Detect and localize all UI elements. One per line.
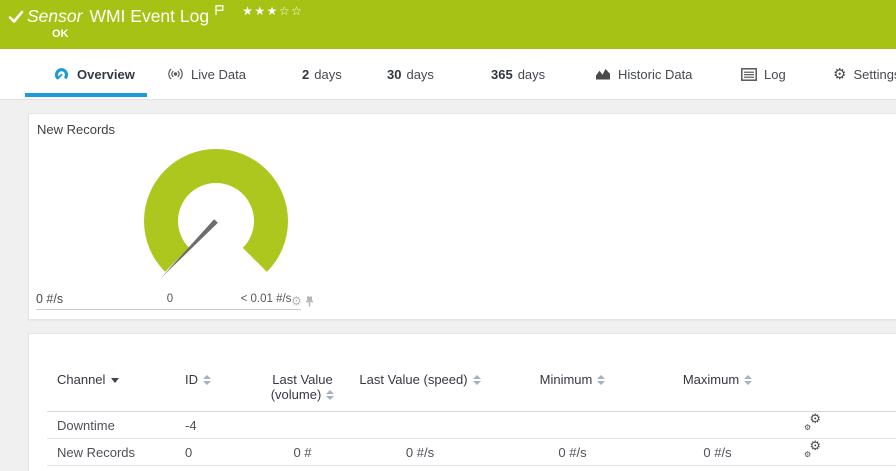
- channel-table: Channel ID Last Value (volume) Last Valu…: [47, 372, 896, 466]
- sort-icon: [472, 374, 481, 385]
- tab-number: 365: [491, 66, 513, 82]
- tab-label: Overview: [77, 66, 135, 82]
- edit-channel-icon[interactable]: ⚙ ⚙: [804, 440, 821, 459]
- sort-icon: [203, 374, 211, 385]
- tab-live-data[interactable]: Live Data: [167, 49, 246, 99]
- cell-last-value-volume: [255, 411, 350, 439]
- tab-overview[interactable]: Overview: [53, 49, 135, 99]
- log-list-icon: [741, 67, 757, 81]
- tab-365-days[interactable]: 365 days: [491, 49, 545, 99]
- table-row[interactable]: Downtime -4 ⚙ ⚙: [47, 411, 896, 439]
- stars-filled[interactable]: ★★★: [242, 4, 279, 18]
- tab-label: Live Data: [191, 66, 246, 82]
- cell-channel: New Records: [47, 438, 177, 466]
- column-label: Channel: [57, 372, 106, 387]
- cell-channel: Downtime: [47, 411, 177, 439]
- tab-label: Log: [764, 66, 786, 82]
- gauge-current-value: 0 #/s: [36, 292, 64, 306]
- gauge-chart: [144, 149, 288, 278]
- cell-last-value-speed: [350, 411, 490, 439]
- tab-label: days: [406, 66, 434, 82]
- status-badge: OK: [52, 28, 69, 40]
- object-kind-label: Sensor: [27, 6, 83, 26]
- widget-pin-icon[interactable]: [305, 296, 314, 307]
- stars-empty[interactable]: ☆☆: [279, 4, 304, 18]
- status-ok-check-icon: [8, 9, 24, 30]
- column-header-channel[interactable]: Channel: [47, 372, 177, 412]
- column-label: Maximum: [682, 372, 740, 387]
- gauge-widget-tools: ⚙: [291, 295, 314, 307]
- tab-log[interactable]: Log: [741, 49, 786, 99]
- live-data-icon: [167, 66, 184, 82]
- cell-maximum: 0 #/s: [655, 438, 780, 466]
- cell-minimum: 0 #/s: [490, 438, 655, 466]
- tab-label: days: [517, 66, 546, 82]
- overview-gauge-panel: New Records 0 #/s 0 < 0.01 #/s ⚙: [28, 113, 896, 320]
- active-tab-underline: [25, 93, 147, 97]
- tab-number: 30: [387, 66, 402, 82]
- gear-icon: ⚙: [833, 64, 847, 83]
- column-label: Minimum: [539, 372, 593, 387]
- table-header-row: Channel ID Last Value (volume) Last Valu…: [47, 372, 896, 412]
- table-row[interactable]: New Records 0 0 # 0 #/s 0 #/s 0 #/s ⚙ ⚙: [47, 438, 896, 466]
- tab-settings[interactable]: ⚙ Settings: [833, 49, 896, 99]
- gauge-ring: [144, 149, 288, 272]
- cell-last-value-volume: 0 #: [255, 438, 350, 466]
- tab-label: Settings: [853, 66, 896, 82]
- channel-table-panel: Channel ID Last Value (volume) Last Valu…: [28, 333, 896, 471]
- tab-label: days: [314, 66, 342, 82]
- sort-desc-icon: [111, 378, 120, 384]
- sort-icon: [744, 374, 753, 385]
- column-header-id[interactable]: ID: [177, 372, 255, 412]
- tab-2-days[interactable]: 2 days: [302, 49, 342, 99]
- tab-label: Historic Data: [618, 66, 693, 82]
- sort-icon: [326, 389, 335, 400]
- sensor-header: Sensor WMI Event Log ★★★☆☆ OK: [0, 0, 896, 49]
- gauge-scale-min: 0: [166, 293, 174, 305]
- gauge-icon: [53, 66, 70, 83]
- gauge-widget-divider: [36, 309, 301, 310]
- sort-icon: [597, 374, 606, 385]
- tab-historic-data[interactable]: Historic Data: [595, 49, 692, 99]
- column-label: Last Value (volume): [270, 372, 333, 402]
- column-header-last-value-volume[interactable]: Last Value (volume): [255, 372, 350, 412]
- priority-stars[interactable]: ★★★☆☆: [242, 4, 303, 18]
- cell-minimum: [490, 411, 655, 439]
- cell-id: -4: [177, 411, 255, 439]
- priority-flag-icon[interactable]: [214, 3, 225, 21]
- tab-30-days[interactable]: 30 days: [387, 49, 434, 99]
- column-header-actions: [780, 372, 896, 412]
- column-header-last-value-speed[interactable]: Last Value (speed): [350, 372, 490, 412]
- column-header-minimum[interactable]: Minimum: [490, 372, 655, 412]
- column-header-maximum[interactable]: Maximum: [655, 372, 780, 412]
- cell-maximum: [655, 411, 780, 439]
- column-label: ID: [185, 372, 198, 387]
- gauge-title: New Records: [37, 122, 116, 137]
- tab-number: 2: [302, 66, 310, 82]
- area-chart-icon: [595, 67, 611, 81]
- widget-settings-gear-icon[interactable]: ⚙: [291, 295, 302, 307]
- page-title: WMI Event Log: [89, 6, 210, 26]
- edit-channel-icon[interactable]: ⚙ ⚙: [804, 413, 821, 432]
- cell-last-value-speed: 0 #/s: [350, 438, 490, 466]
- column-label: Last Value (speed): [359, 372, 468, 387]
- cell-id: 0: [177, 438, 255, 466]
- tab-bar: Overview Live Data 2 days 30 days 365 da…: [0, 49, 896, 100]
